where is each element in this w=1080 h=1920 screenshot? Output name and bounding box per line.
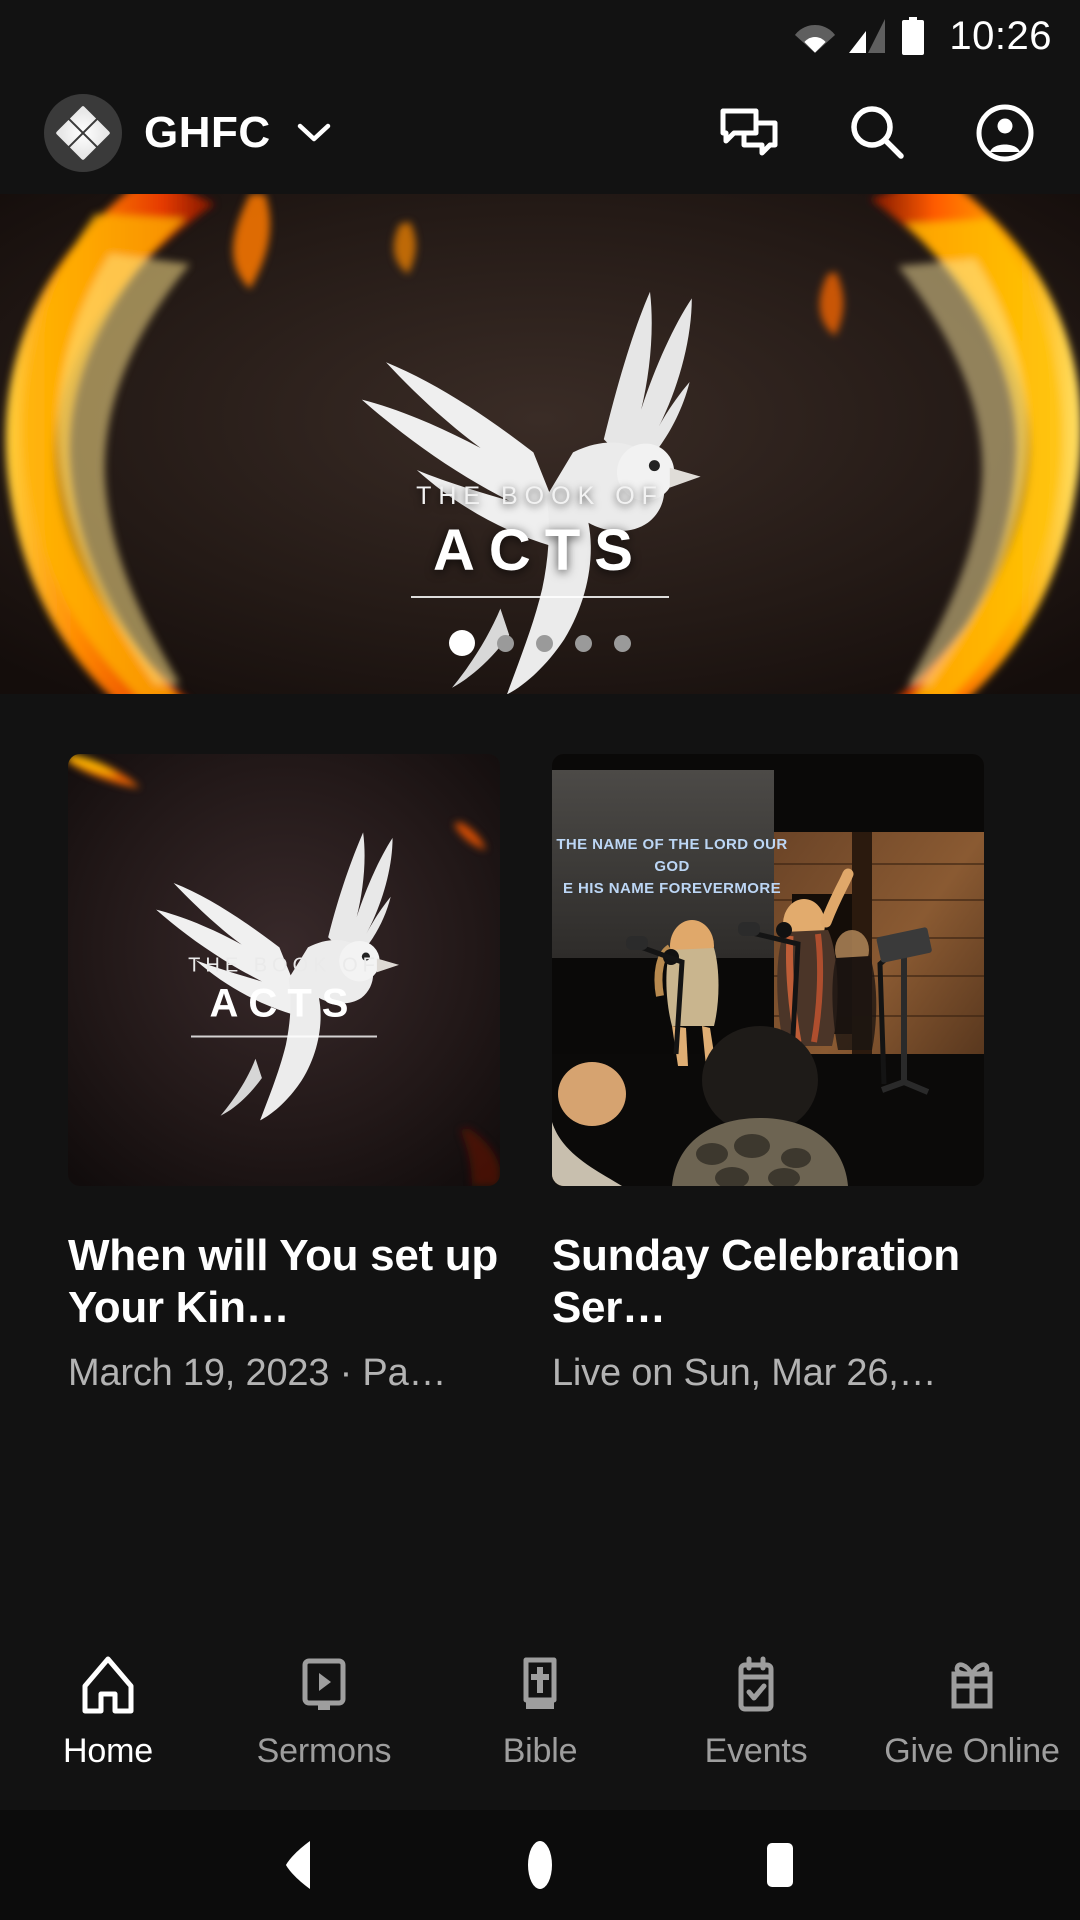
sermon-thumb-caption-big: ACTS — [209, 981, 359, 1026]
tab-sermons[interactable]: Sermons — [216, 1654, 432, 1771]
tab-events-label: Events — [704, 1732, 808, 1770]
hero-carousel[interactable]: THE BOOK OF ACTS — [0, 194, 1080, 694]
bottom-tab-bar: Home Sermons Bible Events Give Online — [0, 1632, 1080, 1810]
sermon-card-thumbnail[interactable]: THE BOOK OF ACTS — [68, 754, 500, 1186]
live-service-card-thumbnail[interactable]: THE NAME OF THE LORD OUR GOD E HIS NAME … — [552, 754, 984, 1186]
home-circle-icon[interactable] — [495, 1820, 585, 1910]
account-icon[interactable] — [970, 98, 1040, 168]
bible-book-icon — [512, 1654, 568, 1716]
worship-lyrics-overlay: THE NAME OF THE LORD OUR GOD E HIS NAME … — [552, 834, 802, 899]
tab-sermons-label: Sermons — [256, 1732, 392, 1770]
carousel-dot-4[interactable] — [575, 634, 592, 652]
hero-background-image — [0, 194, 1080, 694]
tab-home-label: Home — [63, 1732, 153, 1770]
messages-icon[interactable] — [714, 98, 784, 168]
calendar-check-icon — [728, 1654, 784, 1716]
church-name-label: GHFC — [144, 108, 271, 157]
android-system-nav — [0, 1810, 1080, 1920]
tab-give-online-label: Give Online — [884, 1732, 1060, 1770]
recents-square-icon[interactable] — [735, 1820, 825, 1910]
battery-icon — [901, 17, 925, 55]
church-selector[interactable]: GHFC — [44, 94, 331, 172]
app-screen: 10:26 GHFC THE BOOK OF ACTS THE BOOK OF … — [0, 0, 1080, 1920]
appbar-actions — [714, 98, 1052, 168]
wifi-icon — [795, 19, 836, 53]
tab-bible-label: Bible — [502, 1732, 578, 1770]
worship-lyrics-line-2: GOD — [654, 857, 690, 875]
content-card-row: THE BOOK OF ACTS When will You set up Yo… — [0, 694, 1080, 1632]
live-service-card-title: Sunday Celebration Ser… — [552, 1231, 960, 1332]
sermon-thumb-caption-rule — [191, 1035, 377, 1038]
chevron-down-icon[interactable] — [297, 122, 331, 144]
status-bar: 10:26 — [0, 0, 1080, 72]
sermon-thumbnail-caption: THE BOOK OF ACTS — [119, 954, 449, 1038]
tab-bible[interactable]: Bible — [432, 1654, 648, 1771]
app-header: GHFC — [0, 72, 1080, 194]
live-service-card-subtitle: Live on Sun, Mar 26,… — [552, 1351, 937, 1394]
live-service-card[interactable]: THE NAME OF THE LORD OUR GOD E HIS NAME … — [552, 754, 984, 1395]
video-play-icon — [296, 1654, 352, 1716]
carousel-dots[interactable] — [0, 630, 1080, 656]
carousel-dot-1[interactable] — [449, 630, 475, 656]
carousel-dot-3[interactable] — [536, 634, 553, 652]
worship-lyrics-line-3: E HIS NAME FOREVERMORE — [563, 879, 781, 897]
sermon-card-title: When will You set up Your Kin… — [68, 1231, 498, 1332]
tab-home[interactable]: Home — [0, 1654, 216, 1771]
sermon-thumb-caption-small: THE BOOK OF — [188, 954, 380, 977]
search-icon[interactable] — [842, 98, 912, 168]
gift-icon — [944, 1654, 1000, 1716]
live-service-thumbnail-image — [552, 754, 984, 1186]
carousel-dot-5[interactable] — [614, 634, 631, 652]
tab-events[interactable]: Events — [648, 1654, 864, 1771]
carousel-dot-2[interactable] — [497, 634, 514, 652]
status-bar-clock: 10:26 — [949, 13, 1052, 58]
tab-give-online[interactable]: Give Online — [864, 1654, 1080, 1771]
home-church-icon — [80, 1654, 136, 1716]
sermon-card[interactable]: THE BOOK OF ACTS When will You set up Yo… — [68, 754, 500, 1395]
back-triangle-icon[interactable] — [255, 1820, 345, 1910]
church-diamond-logo-icon — [44, 94, 122, 172]
cellular-signal-icon — [849, 19, 887, 53]
sermon-card-subtitle: March 19, 2023 · Pa… — [68, 1351, 447, 1394]
worship-lyrics-line-1: THE NAME OF THE LORD OUR — [556, 836, 788, 853]
